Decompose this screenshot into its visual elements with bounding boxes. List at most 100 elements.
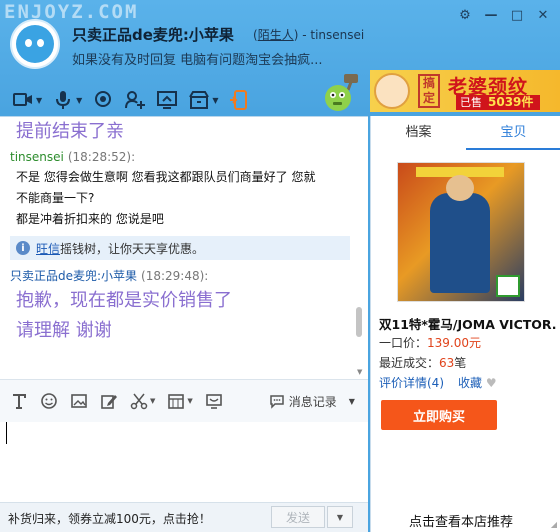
chat-window: ENJOYZ.COM ⚙ — □ ✕ 只卖正品de麦兜:小苹果 (陌生人) - … bbox=[0, 0, 560, 532]
message-line: 不能商量一下? bbox=[16, 191, 95, 205]
window-controls: ⚙ — □ ✕ bbox=[456, 6, 552, 24]
screenshot-button[interactable]: ▼ bbox=[130, 391, 155, 411]
message-line: 都是冲着折扣来的 您说是吧 bbox=[16, 212, 164, 226]
ad-sold-label: 已售 bbox=[460, 96, 482, 109]
remote-assist-button[interactable] bbox=[205, 391, 223, 411]
calculator-button[interactable]: ▼ bbox=[167, 391, 193, 411]
review-link[interactable]: 评价详情(4) bbox=[379, 374, 444, 391]
tag-close: ) bbox=[293, 28, 299, 42]
heart-icon[interactable]: ♥ bbox=[486, 376, 497, 390]
system-notice: i 旺信摇钱树，让你天天享优惠。 bbox=[10, 236, 350, 260]
add-contact-icon bbox=[125, 91, 146, 109]
scrollbar-thumb[interactable] bbox=[356, 307, 362, 337]
tab-products[interactable]: 宝贝 bbox=[466, 116, 560, 150]
stranger-tag-link[interactable]: 陌生人 bbox=[258, 28, 294, 42]
webcam-button[interactable] bbox=[92, 89, 114, 111]
contact-meta: (陌生人) - tinsensei bbox=[253, 26, 364, 43]
notice-link[interactable]: 旺信 bbox=[36, 242, 60, 256]
contact-avatar[interactable] bbox=[10, 19, 60, 69]
ad-sold-count: 5039件 bbox=[488, 95, 534, 109]
font-button[interactable] bbox=[10, 391, 28, 411]
mascot-icon[interactable] bbox=[322, 72, 362, 112]
bottom-bar: 补货归来，领券立减100元，点击抢！ 发送 ▼ bbox=[0, 502, 368, 532]
video-call-button[interactable]: ▼ bbox=[12, 89, 42, 111]
shop-recommend-link[interactable]: 点击查看本店推荐 bbox=[409, 511, 513, 530]
product-links: 评价详情(4) 收藏 ♥ bbox=[379, 374, 497, 391]
shop-icon bbox=[189, 91, 210, 109]
chat-history[interactable]: 提前结束了亲 tinsensei (18:28:52): 不是 您得会做生意啊 您… bbox=[0, 116, 368, 379]
chevron-down-icon[interactable]: ▼ bbox=[349, 397, 355, 406]
message-bubble: 提前结束了亲 bbox=[16, 121, 124, 142]
scroll-down-icon[interactable]: ▼ bbox=[357, 368, 362, 376]
ad-sold: 已售 5039件 bbox=[456, 95, 540, 110]
emoji-icon bbox=[41, 393, 57, 409]
history-label: 消息记录 bbox=[288, 394, 337, 409]
favorite-link[interactable]: 收藏 bbox=[458, 376, 482, 390]
microphone-icon bbox=[56, 91, 71, 109]
send-options-button[interactable]: ▼ bbox=[327, 506, 353, 528]
add-contact-button[interactable] bbox=[124, 89, 146, 111]
message-time: (18:28:52): bbox=[67, 150, 136, 164]
chevron-down-icon: ▼ bbox=[336, 512, 344, 522]
shop-button[interactable]: ▼ bbox=[188, 89, 218, 111]
info-icon: i bbox=[16, 241, 30, 255]
text-cursor bbox=[6, 422, 7, 444]
message-sender: tinsensei (18:28:52): bbox=[0, 147, 368, 167]
send-button[interactable]: 发送 bbox=[271, 506, 325, 528]
promo-link[interactable]: 补货归来，领券立减100元，点击抢！ bbox=[8, 510, 211, 527]
resize-grip-icon[interactable]: ◢ bbox=[551, 520, 557, 529]
buy-now-button[interactable]: 立即购买 bbox=[381, 400, 497, 430]
message-history-button[interactable]: 消息记录 ▼ bbox=[269, 393, 355, 410]
ad-banner[interactable]: 搞定 老婆颈纹 已售 5039件 bbox=[370, 70, 560, 112]
chat-toolbar: ▼ ▼ ▼ bbox=[12, 89, 250, 111]
message-bubble: 抱歉，现在都是实价销售了 bbox=[16, 290, 232, 311]
settings-icon[interactable]: ⚙ bbox=[456, 6, 474, 24]
product-price-row: 一口价：139.00元 bbox=[379, 334, 481, 351]
ad-face-icon bbox=[374, 73, 410, 109]
account-name: - tinsensei bbox=[302, 28, 365, 42]
product-title[interactable]: 双11特*霍马/JOMA VICTOR... bbox=[379, 314, 557, 333]
chat-bubble-icon bbox=[270, 395, 284, 409]
sales-label: 最近成交： bbox=[379, 356, 440, 370]
image-icon bbox=[71, 394, 87, 408]
edit-button[interactable] bbox=[100, 391, 118, 411]
message-sender: 只卖正品de麦兜:小苹果 (18:29:48): bbox=[0, 266, 368, 286]
product-price: 139.00元 bbox=[427, 336, 482, 350]
side-tabs: 档案 宝贝 bbox=[371, 116, 560, 150]
emoji-button[interactable] bbox=[40, 391, 58, 411]
ad-seal: 搞定 bbox=[418, 74, 440, 108]
qr-code-icon bbox=[496, 275, 520, 297]
message-bubble: 请理解 谢谢 bbox=[16, 320, 112, 341]
remote-screen-button[interactable] bbox=[156, 89, 178, 111]
product-sales: 63 bbox=[439, 356, 455, 370]
remote-screen-icon bbox=[157, 91, 178, 109]
message-line: 不是 您得会做生意啊 您看我这都跟队员们商量好了 您就 bbox=[16, 170, 316, 184]
monitor-icon bbox=[205, 394, 222, 409]
transfer-phone-button[interactable] bbox=[228, 89, 250, 111]
video-call-icon bbox=[13, 93, 32, 106]
minimize-icon[interactable]: — bbox=[482, 6, 500, 24]
contact-name[interactable]: 只卖正品de麦兜:小苹果 bbox=[72, 24, 234, 45]
avatar-face-icon bbox=[16, 25, 54, 63]
scissors-icon bbox=[130, 393, 148, 410]
tab-profile[interactable]: 档案 bbox=[371, 116, 466, 150]
image-button[interactable] bbox=[70, 391, 88, 411]
message-input[interactable] bbox=[0, 422, 368, 502]
transfer-phone-icon bbox=[230, 90, 248, 110]
sales-unit: 笔 bbox=[454, 356, 467, 370]
sender-name[interactable]: tinsensei bbox=[10, 150, 64, 164]
font-icon bbox=[13, 394, 26, 409]
calculator-icon bbox=[168, 394, 185, 409]
price-label: 一口价： bbox=[379, 336, 428, 350]
maximize-icon[interactable]: □ bbox=[508, 6, 526, 24]
sender-name[interactable]: 只卖正品de麦兜:小苹果 bbox=[10, 269, 137, 283]
watermark: ENJOYZ.COM bbox=[4, 1, 139, 23]
product-image[interactable] bbox=[397, 162, 525, 302]
side-panel: 档案 宝贝 双11特*霍马/JOMA VICTOR... 一口价：139.00元… bbox=[370, 116, 560, 532]
input-toolbar: ▼ ▼ 消息记录 ▼ bbox=[0, 379, 368, 422]
edit-icon bbox=[101, 395, 117, 409]
close-icon[interactable]: ✕ bbox=[534, 6, 552, 24]
product-sales-row: 最近成交：63笔 bbox=[379, 354, 466, 371]
chat-scrollbar[interactable]: ▼ bbox=[356, 117, 364, 379]
voice-button[interactable]: ▼ bbox=[52, 89, 82, 111]
